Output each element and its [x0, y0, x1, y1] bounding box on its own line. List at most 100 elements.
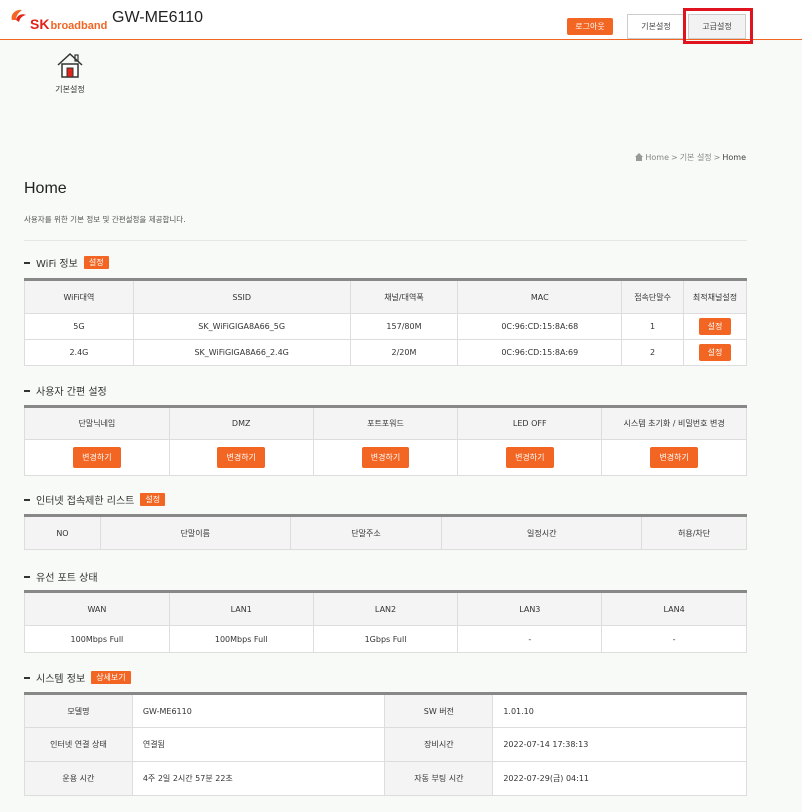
system-label: 인터넷 연결 상태	[24, 727, 133, 762]
port-status: -	[457, 625, 603, 653]
system-reset-change-button[interactable]: 변경하기	[650, 447, 698, 468]
portforward-change-button[interactable]: 변경하기	[361, 447, 410, 468]
bullet-dash	[24, 261, 30, 264]
system-section-title: 시스템 정보 상세보기	[24, 670, 131, 685]
col-header: LAN4	[601, 591, 747, 626]
logo-sk-text: SK	[30, 15, 50, 32]
wifi-title: WiFi 정보	[36, 259, 78, 270]
system-value: 2022-07-29(금) 04:11	[492, 761, 747, 796]
wifi-ssid: SK_WiFiGIGA8A66_5G	[132, 313, 351, 340]
col-header: 단말주소	[289, 515, 443, 550]
wifi-band: 2.4G	[24, 339, 134, 366]
system-title: 시스템 정보	[36, 674, 86, 685]
wifi-mac: 0C:96:CD:15:8A:68	[457, 313, 623, 340]
divider	[24, 240, 747, 241]
blocklist-title: 인터넷 접속제한 리스트	[36, 496, 135, 507]
bullet-dash	[24, 498, 30, 501]
table-row: 모델명 GW-ME6110 SW 버전 1.01.10	[24, 693, 747, 728]
page-title: Home	[24, 180, 67, 197]
col-header: 단말닉네임	[24, 406, 170, 440]
wifi-table: WiFi대역 SSID 채널/대역폭 MAC 접속단말수 최적채널설정 5G S…	[24, 278, 747, 366]
port-status: 100Mbps Full	[168, 625, 314, 653]
table-header-row: WiFi대역 SSID 채널/대역폭 MAC 접속단말수 최적채널설정	[24, 279, 747, 314]
wifi-mac: 0C:96:CD:15:8A:69	[457, 339, 623, 366]
top-header: SK broadband GW-ME6110 로그아웃 기본설정 고급설정	[0, 0, 802, 40]
logo-broadband-text: broadband	[50, 19, 108, 32]
col-header: 허용/차단	[641, 515, 747, 550]
system-info-table: 모델명 GW-ME6110 SW 버전 1.01.10 인터넷 연결 상태 연결…	[24, 692, 747, 796]
table-header-row: NO 단말이름 단말주소 일정시간 허용/차단	[24, 515, 747, 550]
nickname-change-button[interactable]: 변경하기	[73, 447, 121, 468]
col-header: 단말이름	[99, 515, 291, 550]
wifi-channel: 2/20M	[349, 339, 459, 366]
bullet-dash	[24, 389, 30, 392]
blocklist-table: NO 단말이름 단말주소 일정시간 허용/차단	[24, 514, 747, 550]
system-label: 운용 시간	[24, 761, 133, 796]
breadcrumb-current: Home	[722, 153, 746, 162]
table-row: 운용 시간 4주 2일 2시간 57분 22초 자동 부팅 시간 2022-07…	[24, 761, 747, 796]
bullet-dash	[24, 676, 30, 679]
port-status: 100Mbps Full	[24, 625, 170, 653]
page-description: 사용자를 위한 기본 정보 및 간편설정을 제공합니다.	[24, 215, 186, 224]
ports-table: WAN LAN1 LAN2 LAN3 LAN4 100Mbps Full 100…	[24, 590, 747, 653]
table-row: 2.4G SK_WiFiGIGA8A66_2.4G 2/20M 0C:96:CD…	[24, 339, 747, 366]
optimal-channel-button[interactable]: 설정	[698, 318, 732, 335]
wifi-band: 5G	[24, 313, 134, 340]
col-header: WAN	[24, 591, 170, 626]
system-label: 모델명	[24, 693, 133, 728]
system-value: 4주 2일 2시간 57분 22초	[131, 761, 386, 796]
system-label: SW 버전	[384, 693, 494, 728]
col-header: LED OFF	[457, 406, 603, 440]
led-off-change-button[interactable]: 변경하기	[506, 447, 554, 468]
home-shortcut-label: 기본설정	[55, 85, 85, 94]
wifi-settings-button[interactable]: 설정	[83, 256, 109, 269]
logout-button[interactable]: 로그아웃	[567, 18, 613, 35]
breadcrumb-separator: >	[713, 153, 721, 162]
highlight-box	[683, 8, 753, 44]
col-header: DMZ	[168, 406, 314, 440]
table-row: 인터넷 연결 상태 연결됨 장비시간 2022-07-14 17:38:13	[24, 727, 747, 762]
col-header: LAN2	[312, 591, 459, 626]
table-row: 5G SK_WiFiGIGA8A66_5G 157/80M 0C:96:CD:1…	[24, 313, 747, 340]
sk-broadband-logo[interactable]: SK broadband	[8, 4, 107, 34]
model-title: GW-ME6110	[112, 9, 203, 26]
ports-title: 유선 포트 상태	[36, 573, 98, 584]
bullet-dash	[24, 575, 30, 578]
col-header: LAN1	[168, 591, 314, 626]
col-header: 일정시간	[441, 515, 643, 550]
system-value: 1.01.10	[492, 693, 747, 728]
wifi-channel: 157/80M	[349, 313, 459, 340]
blocklist-section-title: 인터넷 접속제한 리스트 설정	[24, 492, 166, 507]
wifi-clients: 2	[621, 339, 685, 366]
breadcrumb-basic[interactable]: 기본 설정	[680, 152, 712, 163]
col-header: LAN3	[457, 591, 603, 626]
optimal-channel-button[interactable]: 설정	[698, 344, 732, 361]
blocklist-settings-button[interactable]: 설정	[140, 493, 166, 506]
system-label: 장비시간	[384, 727, 494, 762]
ports-section-title: 유선 포트 상태	[24, 569, 98, 584]
col-header: 채널/대역폭	[349, 279, 459, 314]
port-status: 1Gbps Full	[312, 625, 459, 653]
breadcrumb-separator: >	[670, 153, 678, 162]
system-value: GW-ME6110	[131, 693, 386, 728]
col-header: NO	[24, 515, 101, 550]
dmz-change-button[interactable]: 변경하기	[217, 447, 265, 468]
quick-settings-table: 단말닉네임 DMZ 포트포워드 LED OFF 시스템 초기화 / 비밀번호 변…	[24, 405, 747, 476]
home-shortcut[interactable]: 기본설정	[50, 50, 90, 95]
quick-title: 사용자 간편 설정	[36, 387, 107, 398]
system-value: 연결됨	[131, 727, 386, 762]
system-value: 2022-07-14 17:38:13	[492, 727, 747, 762]
tab-basic-settings[interactable]: 기본설정	[627, 14, 685, 39]
sk-butterfly-icon	[8, 6, 30, 32]
wifi-ssid: SK_WiFiGIGA8A66_2.4G	[132, 339, 351, 366]
col-header: 접속단말수	[621, 279, 685, 314]
col-header: 포트포워드	[312, 406, 459, 440]
quick-section-title: 사용자 간편 설정	[24, 383, 107, 398]
table-row: 100Mbps Full 100Mbps Full 1Gbps Full - -	[24, 625, 747, 653]
table-header-row: WAN LAN1 LAN2 LAN3 LAN4	[24, 591, 747, 626]
col-header: 시스템 초기화 / 비밀번호 변경	[601, 406, 747, 440]
breadcrumb-home[interactable]: Home	[645, 153, 669, 162]
table-row: 변경하기 변경하기 변경하기 변경하기 변경하기	[24, 439, 747, 476]
system-detail-button[interactable]: 상세보기	[91, 671, 131, 684]
home-icon	[55, 52, 85, 82]
